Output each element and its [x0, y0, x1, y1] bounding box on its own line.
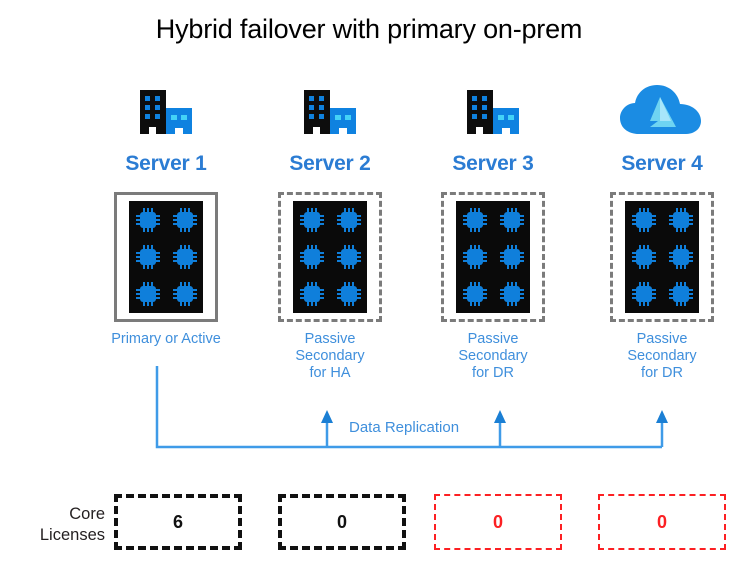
cpu-chip-icon — [668, 207, 693, 232]
cpu-chip-icon — [499, 282, 524, 307]
cpu-chip-icon — [499, 244, 524, 269]
cpu-chip-icon — [299, 282, 324, 307]
caption-line: Passive — [304, 331, 356, 347]
cpu-chip-icon — [631, 282, 656, 307]
on-prem-building-icon — [250, 84, 410, 136]
license-box-server-3: 0 — [434, 494, 562, 550]
on-prem-building-icon — [413, 84, 573, 136]
cpu-chip-icon — [668, 282, 693, 307]
server-box-3 — [441, 192, 545, 322]
cpu-chip-icon — [172, 282, 197, 307]
license-value-2: 0 — [336, 511, 347, 532]
server-title-2: Server 2 — [289, 152, 371, 175]
license-box-server-2: 0 — [278, 494, 406, 550]
cpu-chip-icon — [462, 244, 487, 269]
cpu-chip-icon — [172, 207, 197, 232]
cpu-chip-icon — [299, 207, 324, 232]
cpu-chip-icon — [499, 207, 524, 232]
server-box-2 — [278, 192, 382, 322]
license-value-1: 6 — [172, 511, 183, 532]
chip-panel-3 — [456, 201, 530, 313]
cpu-chip-icon — [135, 282, 160, 307]
server-caption-1: Primary or Active — [86, 331, 246, 348]
cpu-chip-icon — [336, 207, 361, 232]
on-prem-building-icon — [86, 84, 246, 136]
caption-line: Passive — [636, 331, 688, 347]
page-title: Hybrid failover with primary on-prem — [155, 14, 583, 44]
server-column-3: Server 3 Passive Secondary for DR — [413, 84, 573, 382]
license-box-server-4: 0 — [598, 494, 726, 550]
cpu-chip-icon — [462, 207, 487, 232]
license-value-4: 0 — [656, 511, 667, 532]
core-licenses-label: Core Licenses — [10, 504, 105, 546]
server-title-3: Server 3 — [452, 152, 534, 175]
server-title-4: Server 4 — [621, 152, 703, 175]
cpu-chip-icon — [336, 244, 361, 269]
server-title-1: Server 1 — [125, 152, 207, 175]
cpu-chip-icon — [631, 207, 656, 232]
caption-line: Primary or Active — [111, 331, 221, 347]
azure-cloud-icon — [582, 84, 738, 136]
cpu-chip-icon — [462, 282, 487, 307]
chip-panel-4 — [625, 201, 699, 313]
server-column-1: Server 1 Primary or Active — [86, 84, 246, 348]
server-box-1 — [114, 192, 218, 322]
cpu-chip-icon — [336, 282, 361, 307]
cpu-chip-icon — [135, 244, 160, 269]
data-replication-label: Data Replication — [349, 419, 460, 436]
core-licenses-label-line2: Licenses — [39, 526, 105, 544]
data-replication-connector — [155, 366, 668, 449]
chip-panel-1 — [129, 201, 203, 313]
cpu-chip-icon — [135, 207, 160, 232]
cpu-chip-icon — [299, 244, 324, 269]
core-licenses-label-line1: Core — [69, 505, 105, 523]
license-value-3: 0 — [492, 511, 503, 532]
cpu-chip-icon — [668, 244, 693, 269]
server-column-4: Server 4 Passive Secondary for DR — [582, 84, 738, 382]
chip-panel-2 — [293, 201, 367, 313]
server-column-2: Server 2 Passive Secondary for HA — [250, 84, 410, 382]
diagram-canvas: Hybrid failover with primary on-prem Ser… — [0, 0, 738, 565]
server-box-4 — [610, 192, 714, 322]
cpu-chip-icon — [172, 244, 197, 269]
cpu-chip-icon — [631, 244, 656, 269]
license-box-server-1: 6 — [114, 494, 242, 550]
caption-line: Passive — [467, 331, 519, 347]
